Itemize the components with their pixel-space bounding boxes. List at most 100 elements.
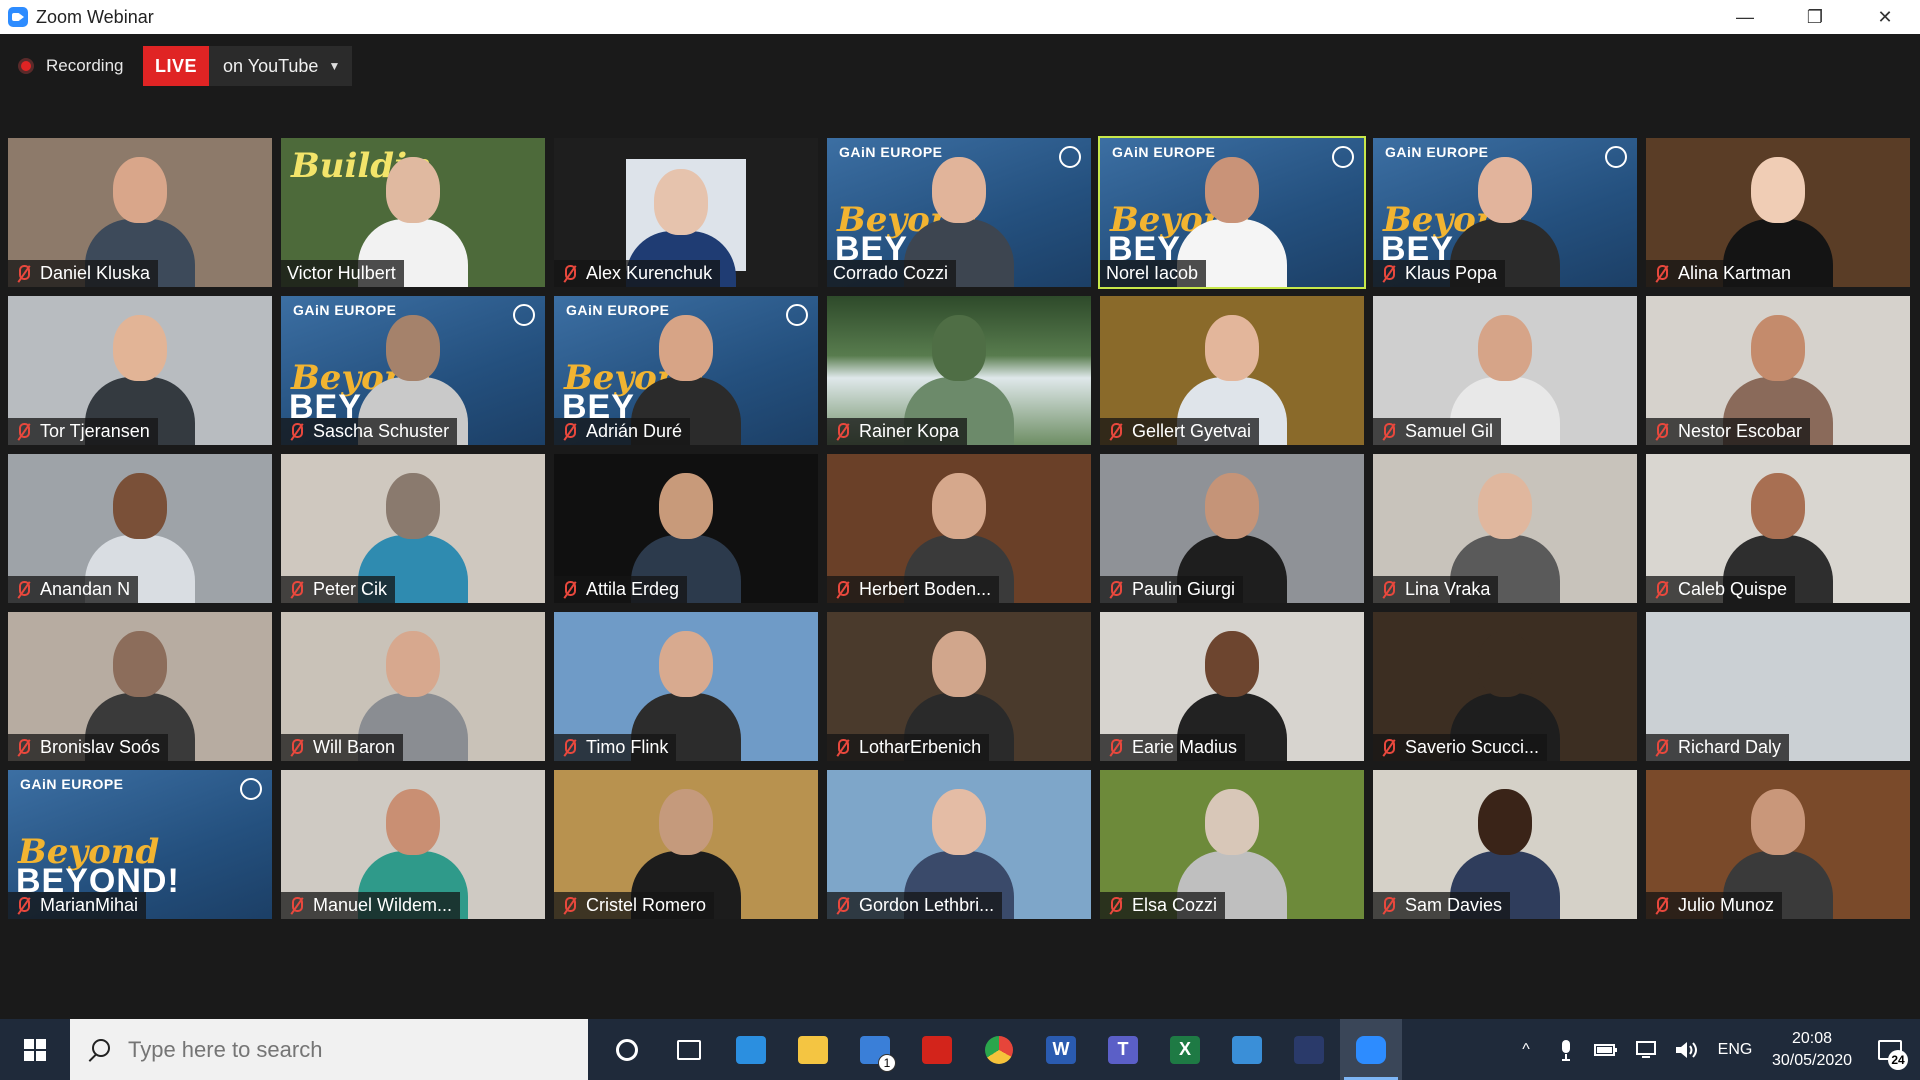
- start-button[interactable]: [0, 1019, 70, 1080]
- participant-tile[interactable]: Earie Madius: [1100, 612, 1364, 761]
- teams-taskbar-button[interactable]: T: [1092, 1019, 1154, 1080]
- participant-name-tag: Nestor Escobar: [1646, 418, 1811, 445]
- live-destination-dropdown[interactable]: on YouTube ▼: [209, 46, 352, 86]
- participant-tile[interactable]: Caleb Quispe: [1646, 454, 1910, 603]
- participant-tile[interactable]: Samuel Gil: [1373, 296, 1637, 445]
- battery-icon[interactable]: [1586, 1019, 1626, 1080]
- participant-name-tag: Herbert Boden...: [827, 576, 1000, 603]
- participant-name-tag: Alina Kartman: [1646, 260, 1800, 287]
- participant-name-tag: Anandan N: [8, 576, 139, 603]
- action-center-button[interactable]: 24: [1860, 1019, 1920, 1080]
- participant-tile[interactable]: Herbert Boden...: [827, 454, 1091, 603]
- participant-tile[interactable]: Alina Kartman: [1646, 138, 1910, 287]
- participant-face: [113, 631, 167, 697]
- participant-tile[interactable]: GAiN EUROPEBeyondBEYOND!Corrado Cozzi: [827, 138, 1091, 287]
- minimize-button[interactable]: —: [1710, 0, 1780, 34]
- participant-name: Attila Erdeg: [586, 579, 680, 599]
- participant-name-tag: Norel Iacob: [1100, 260, 1207, 287]
- participant-tile[interactable]: Anandan N: [8, 454, 272, 603]
- participant-tile[interactable]: Rainer Kopa: [827, 296, 1091, 445]
- participant-tile[interactable]: Peter Cik: [281, 454, 545, 603]
- participant-tile[interactable]: Manuel Wildem...: [281, 770, 545, 919]
- system-tray: ^ ENG 20:08 30/05/2020 24: [1506, 1019, 1920, 1080]
- participant-tile[interactable]: Lina Vraka: [1373, 454, 1637, 603]
- chrome-taskbar-button[interactable]: [968, 1019, 1030, 1080]
- participant-face: [1205, 315, 1259, 381]
- taskbar-search[interactable]: [70, 1019, 588, 1080]
- participant-face: [1751, 789, 1805, 855]
- participant-tile[interactable]: Alex Kurenchuk: [554, 138, 818, 287]
- participant-tile[interactable]: Saverio Scucci...: [1373, 612, 1637, 761]
- file-explorer-icon: [798, 1035, 828, 1064]
- church-logo-icon: [786, 304, 808, 326]
- language-indicator[interactable]: ENG: [1706, 1019, 1764, 1080]
- participant-tile[interactable]: Gordon Lethbri...: [827, 770, 1091, 919]
- participant-name-tag: Saverio Scucci...: [1373, 734, 1548, 761]
- close-button[interactable]: ✕: [1850, 0, 1920, 34]
- app-taskbar-button[interactable]: [1278, 1019, 1340, 1080]
- microphone-icon[interactable]: [1546, 1019, 1586, 1080]
- participant-name: Norel Iacob: [1106, 263, 1199, 283]
- participant-tile[interactable]: Richard Daly: [1646, 612, 1910, 761]
- participant-name: Richard Daly: [1678, 737, 1782, 757]
- participant-name: Corrado Cozzi: [833, 263, 949, 283]
- participant-tile[interactable]: GAiN EUROPEBeyondBEYOND!Norel Iacob: [1098, 136, 1366, 289]
- participant-name-tag: Victor Hulbert: [281, 260, 404, 287]
- edge-taskbar-button[interactable]: [720, 1019, 782, 1080]
- participant-tile[interactable]: Tor Tjeransen: [8, 296, 272, 445]
- participant-tile[interactable]: Paulin Giurgi: [1100, 454, 1364, 603]
- teams-icon: T: [1108, 1035, 1138, 1064]
- participant-name: Klaus Popa: [1405, 263, 1498, 283]
- participant-name: Bronislav Soós: [40, 737, 161, 757]
- network-icon[interactable]: [1626, 1019, 1666, 1080]
- participant-name-tag: Tor Tjeransen: [8, 418, 158, 445]
- participant-tile[interactable]: Timo Flink: [554, 612, 818, 761]
- clock[interactable]: 20:08 30/05/2020: [1764, 1019, 1860, 1080]
- church-logo-icon: [1059, 146, 1081, 168]
- word-taskbar-button[interactable]: W: [1030, 1019, 1092, 1080]
- participant-tile[interactable]: Buildin Victor Hulbert: [281, 138, 545, 287]
- search-input[interactable]: [128, 1036, 528, 1063]
- zoom-taskbar-button[interactable]: [1340, 1019, 1402, 1080]
- participant-tile[interactable]: Attila Erdeg: [554, 454, 818, 603]
- participant-tile[interactable]: Julio Munoz: [1646, 770, 1910, 919]
- volume-icon[interactable]: [1666, 1019, 1706, 1080]
- participant-tile[interactable]: GAiN EUROPEBeyondBEYOND!Adrián Duré: [554, 296, 818, 445]
- participant-name-tag: Richard Daly: [1646, 734, 1790, 761]
- mic-muted-icon: [1106, 896, 1124, 916]
- participant-tile[interactable]: Sam Davies: [1373, 770, 1637, 919]
- mic-muted-icon: [1379, 896, 1397, 916]
- mail-taskbar-button[interactable]: 1: [844, 1019, 906, 1080]
- participant-tile[interactable]: Elsa Cozzi: [1100, 770, 1364, 919]
- participant-tile[interactable]: Daniel Kluska: [8, 138, 272, 287]
- zoom-icon: [1356, 1035, 1386, 1064]
- participant-name: Cristel Romero: [586, 895, 707, 915]
- participant-tile[interactable]: GAiN EUROPEBeyondBEYOND!Klaus Popa: [1373, 138, 1637, 287]
- file-explorer-taskbar-button[interactable]: [782, 1019, 844, 1080]
- participant-tile[interactable]: GAiN EUROPE Beyond BEYOND! MarianMihai: [8, 770, 272, 919]
- windows-logo-icon: [24, 1038, 46, 1061]
- show-hidden-icons-chevron[interactable]: ^: [1506, 1019, 1546, 1080]
- live-stream-indicator[interactable]: LIVE on YouTube ▼: [143, 46, 353, 86]
- mic-muted-icon: [1106, 422, 1124, 442]
- participant-tile[interactable]: Will Baron: [281, 612, 545, 761]
- participant-tile[interactable]: Cristel Romero: [554, 770, 818, 919]
- task-view-taskbar-button[interactable]: [658, 1019, 720, 1080]
- recording-indicator[interactable]: Recording: [18, 46, 124, 86]
- acrobat-taskbar-button[interactable]: [906, 1019, 968, 1080]
- participant-tile[interactable]: Bronislav Soós: [8, 612, 272, 761]
- participant-tile[interactable]: GAiN EUROPEBeyondBEYOND!Sascha Schuster: [281, 296, 545, 445]
- mic-muted-icon: [1106, 738, 1124, 758]
- participant-tile[interactable]: LotharErbenich: [827, 612, 1091, 761]
- participant-tile[interactable]: Gellert Gyetvai: [1100, 296, 1364, 445]
- excel-taskbar-button[interactable]: X: [1154, 1019, 1216, 1080]
- participant-name-tag: Elsa Cozzi: [1100, 892, 1226, 919]
- restore-button[interactable]: ❐: [1780, 0, 1850, 34]
- photos-taskbar-button[interactable]: [1216, 1019, 1278, 1080]
- word-icon: W: [1046, 1035, 1076, 1064]
- participant-name: Peter Cik: [313, 579, 388, 599]
- participant-name: Sascha Schuster: [313, 421, 450, 441]
- cortana-taskbar-button[interactable]: [596, 1019, 658, 1080]
- participant-tile[interactable]: Nestor Escobar: [1646, 296, 1910, 445]
- participant-face: [113, 157, 167, 223]
